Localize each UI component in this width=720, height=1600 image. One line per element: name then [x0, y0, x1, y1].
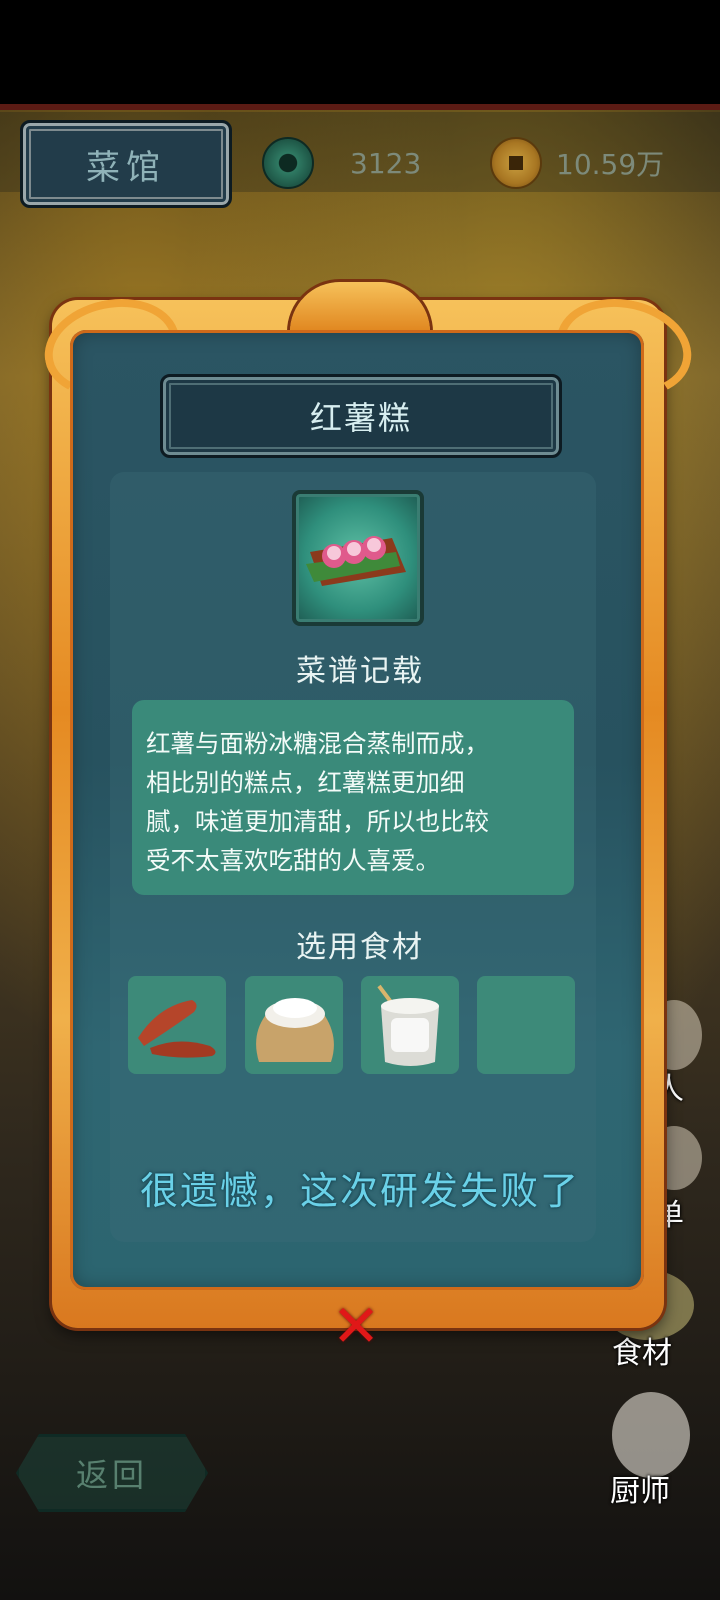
close-icon: ✕ [331, 1292, 381, 1360]
chef-button[interactable]: 厨师 [596, 1392, 706, 1512]
sweet-potato-icon [138, 1000, 216, 1058]
ingredient-slot-2[interactable] [245, 976, 343, 1074]
copper-coin-icon [490, 137, 542, 189]
ingredients-button-label: 食材 [612, 1336, 672, 1371]
page-title: 菜馆 [86, 147, 166, 188]
dish-image-frame [292, 490, 424, 626]
recipe-description: 红薯与面粉冰糖混合蒸制而成， 相比别的糕点，红薯糕更加细 腻，味道更加清甜，所以… [132, 700, 574, 895]
rock-sugar-jar-icon [377, 984, 439, 1066]
close-button[interactable]: ✕ [330, 1292, 382, 1360]
sweet-potato-cake-icon [306, 536, 406, 586]
coin-value: 10.59万 [556, 148, 665, 181]
description-line: 红薯与面粉冰糖混合蒸制而成， [146, 729, 489, 758]
dish-title-plate: 红薯糕 [160, 374, 562, 458]
back-button-label: 返回 [75, 1456, 148, 1494]
description-line: 相比别的糕点，红薯糕更加细 [146, 768, 465, 797]
chef-button-label: 厨师 [610, 1474, 670, 1509]
description-line: 受不太喜欢吃甜的人喜爱。 [146, 846, 440, 875]
dish-name: 红薯糕 [309, 399, 412, 437]
ingredient-slot-1[interactable] [128, 976, 226, 1074]
recipe-heading: 菜谱记载 [296, 654, 424, 689]
ingredient-slot-3[interactable] [361, 976, 459, 1074]
jade-value: 3123 [350, 146, 422, 180]
result-message: 很遗憾，这次研发失败了 [139, 1169, 580, 1213]
restaurant-title-plate: 菜馆 [20, 120, 232, 208]
ingredients-heading: 选用食材 [296, 930, 424, 965]
description-line: 腻，味道更加清甜，所以也比较 [146, 807, 489, 836]
jade-currency: 3123 [262, 137, 422, 189]
top-strip [0, 104, 720, 110]
ingredient-slot-4[interactable] [477, 976, 575, 1074]
flour-sack-icon [256, 998, 334, 1062]
back-button[interactable]: 返回 [16, 1434, 208, 1512]
jade-coin-icon [262, 137, 314, 189]
copper-currency: 10.59万 [490, 137, 665, 189]
